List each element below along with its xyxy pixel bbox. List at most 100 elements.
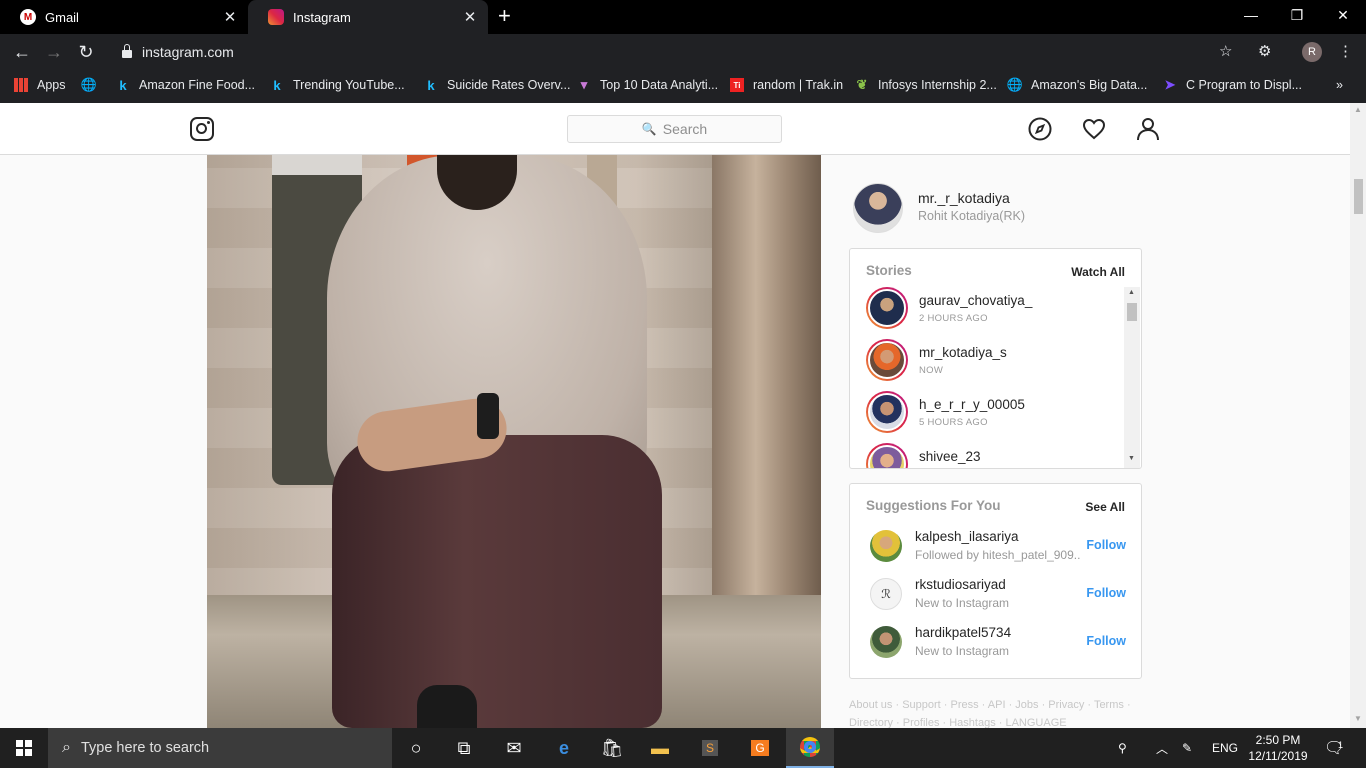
bookmark-random-trakin[interactable]: Ti random | Trak.in [730, 78, 843, 92]
footer-line-2[interactable]: Directory · Profiles · Hashtags · LANGUA… [849, 714, 1142, 728]
lock-icon [122, 44, 132, 58]
search-icon: ⌕ [62, 739, 71, 756]
stories-panel: Stories Watch All gaurav_chovatiya_ 2 HO… [849, 248, 1142, 469]
scroll-down-arrow-icon[interactable]: ▼ [1128, 455, 1135, 462]
explore-compass-icon[interactable] [1028, 117, 1052, 141]
extension-icon[interactable]: ⚙ [1258, 42, 1271, 60]
suggestion-item: kalpesh_ilasariya Followed by hitesh_pat… [870, 526, 1130, 566]
story-item[interactable]: mr_kotadiya_s NOW [866, 339, 1126, 383]
profile-person-icon[interactable] [1136, 117, 1160, 141]
current-username[interactable]: mr._r_kotadiya [918, 190, 1010, 206]
kaggle-icon: k [427, 77, 435, 93]
pdf-reader-icon[interactable]: G [736, 728, 784, 768]
story-item[interactable]: shivee_23 [866, 443, 1126, 468]
footer-line-1[interactable]: About us · Support · Press · API · Jobs … [849, 696, 1142, 714]
back-button[interactable]: ← [10, 40, 34, 64]
chrome-icon[interactable] [786, 728, 834, 768]
bookmark-top-10-data[interactable]: ▾ Top 10 Data Analyti... [577, 77, 718, 92]
follow-button[interactable]: Follow [1086, 634, 1126, 648]
avatar[interactable] [853, 183, 903, 233]
bookmark-amazon-fine-food[interactable]: k Amazon Fine Food... [116, 78, 255, 93]
follow-button[interactable]: Follow [1086, 538, 1126, 552]
taskbar-search-placeholder: Type here to search [80, 740, 210, 756]
bookmark-amazon-big-data[interactable]: 🌐 Amazon's Big Data... [1007, 77, 1147, 92]
avatar[interactable]: ℛ [870, 578, 902, 610]
tab-instagram[interactable]: Instagram ✕ [248, 0, 488, 34]
bookmark-apps[interactable]: Apps [14, 78, 66, 92]
scroll-up-arrow-icon[interactable]: ▲ [1354, 105, 1362, 114]
gmail-favicon-icon: M [20, 9, 36, 25]
tab-title: Instagram [293, 9, 351, 25]
profile-avatar[interactable]: R [1302, 42, 1322, 62]
post-photo[interactable] [207, 155, 821, 728]
bookmark-c-program[interactable]: ➤ C Program to Displ... [1163, 77, 1302, 92]
page-scrollbar[interactable]: ▲ ▼ [1350, 103, 1366, 728]
story-ring [866, 443, 908, 468]
suggestion-username[interactable]: hardikpatel5734 [915, 625, 1011, 640]
taskbar-search-input[interactable]: ⌕ Type here to search [48, 728, 392, 768]
story-ring [866, 287, 908, 329]
minimize-button[interactable]: — [1228, 0, 1274, 30]
avatar[interactable] [870, 626, 902, 658]
scroll-up-arrow-icon[interactable]: ▲ [1128, 289, 1135, 296]
cortana-icon[interactable]: ○ [392, 728, 440, 768]
search-input[interactable]: 🔍 Search [567, 115, 782, 143]
globe-icon: 🌐 [80, 77, 98, 92]
tab-gmail[interactable]: M Gmail ✕ [0, 0, 248, 34]
new-tab-button[interactable]: + [498, 5, 511, 27]
scrollbar-thumb[interactable] [1354, 179, 1363, 214]
avatar[interactable] [870, 530, 902, 562]
show-hidden-icons-icon[interactable]: ︿ [1156, 728, 1168, 768]
clock-date: 12/11/2019 [1248, 749, 1308, 763]
edge-icon[interactable]: e [540, 728, 588, 768]
programiz-icon: ➤ [1164, 77, 1176, 92]
instagram-logo-icon[interactable] [190, 117, 214, 141]
story-ring [866, 391, 908, 433]
people-icon[interactable]: ⚲ [1118, 728, 1127, 768]
reload-button[interactable]: ↻ [74, 40, 98, 64]
language-indicator[interactable]: ENG [1212, 728, 1238, 768]
file-explorer-icon[interactable]: ▬ [636, 728, 684, 768]
story-time: 2 HOURS AGO [919, 313, 988, 324]
instagram-favicon-icon [268, 9, 284, 25]
windows-start-icon[interactable] [0, 728, 48, 768]
follow-button[interactable]: Follow [1086, 586, 1126, 600]
address-bar[interactable]: instagram.com [110, 38, 1250, 66]
suggestion-username[interactable]: rkstudiosariyad [915, 577, 1006, 592]
scroll-down-arrow-icon[interactable]: ▼ [1354, 714, 1362, 723]
see-all-link[interactable]: See All [1085, 500, 1125, 514]
sublime-text-icon[interactable]: S [686, 728, 734, 768]
taskbar-clock[interactable]: 2:50 PM 12/11/2019 [1246, 732, 1310, 764]
mail-icon[interactable]: ✉ [490, 728, 538, 768]
bookmark-infosys[interactable]: ❦ Infosys Internship 2... [855, 77, 997, 92]
forward-button[interactable]: → [42, 40, 66, 64]
bookmark-suicide-rates[interactable]: k Suicide Rates Overv... [424, 77, 570, 93]
suggestion-username[interactable]: kalpesh_ilasariya [915, 529, 1019, 544]
activity-heart-icon[interactable] [1082, 117, 1106, 141]
bookmark-trending-youtube[interactable]: k Trending YouTube... [270, 78, 404, 93]
bookmarks-bar: Apps 🌐 k Amazon Fine Food... k Trending … [0, 70, 1366, 103]
close-tab-icon[interactable]: ✕ [462, 8, 478, 26]
more-bookmarks-icon[interactable]: » [1336, 78, 1343, 92]
task-view-icon[interactable]: ⧉ [440, 728, 488, 768]
watch-all-link[interactable]: Watch All [1071, 265, 1125, 279]
story-item[interactable]: gaurav_chovatiya_ 2 HOURS AGO [866, 287, 1126, 331]
current-user[interactable]: mr._r_kotadiya Rohit Kotadiya(RK) [853, 183, 1143, 235]
notification-count: 1 [1338, 740, 1344, 750]
close-tab-icon[interactable]: ✕ [222, 8, 238, 26]
story-item[interactable]: h_e_r_r_y_00005 5 HOURS AGO [866, 391, 1126, 435]
menu-icon[interactable]: ⋮ [1338, 42, 1353, 60]
store-icon[interactable]: 🛍 [588, 728, 636, 768]
suggestion-detail: New to Instagram [915, 644, 1010, 658]
search-icon: 🔍 [641, 122, 657, 136]
close-window-button[interactable]: ✕ [1320, 0, 1366, 30]
bookmark-star-icon[interactable]: ☆ [1219, 42, 1232, 60]
story-username: h_e_r_r_y_00005 [919, 397, 1025, 412]
pen-workspace-icon[interactable]: ✎ [1182, 728, 1192, 768]
windows-taskbar: ⌕ Type here to search ○ ⧉ ✉ e 🛍 ▬ S G ⚲ … [0, 728, 1366, 768]
story-time: NOW [919, 365, 944, 376]
bookmark-globe[interactable]: 🌐 [80, 77, 105, 92]
restore-button[interactable]: ❐ [1274, 0, 1320, 30]
stories-scrollbar[interactable]: ▲ ▼ [1124, 287, 1140, 468]
browser-toolbar: ← → ↻ instagram.com ☆ ⚙ ⋮ [0, 34, 1366, 70]
